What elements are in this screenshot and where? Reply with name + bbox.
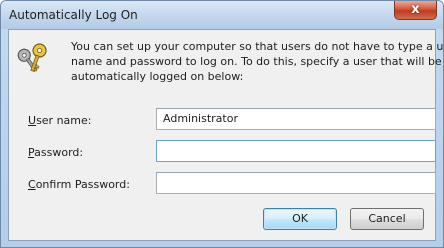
- title-bar[interactable]: Automatically Log On x: [1, 1, 443, 29]
- dialog-body: You can set up your computer so that use…: [8, 29, 444, 241]
- confirm-password-label: Confirm Password:: [28, 178, 130, 191]
- close-icon: x: [411, 2, 420, 17]
- ok-button[interactable]: OK: [263, 208, 337, 230]
- password-label-text: assword:: [34, 146, 84, 159]
- username-label-text: ser name:: [36, 114, 92, 127]
- cancel-button[interactable]: Cancel: [350, 208, 424, 230]
- description-line: name and password to log on. To do this,…: [71, 55, 442, 68]
- password-field[interactable]: [156, 140, 436, 162]
- username-label-accel: U: [28, 114, 37, 127]
- password-label: Password:: [28, 146, 83, 159]
- close-button[interactable]: x: [394, 1, 437, 20]
- confirm-password-field[interactable]: [156, 172, 436, 194]
- window-title: Automatically Log On: [9, 8, 138, 22]
- keys-icon: [17, 43, 47, 72]
- description-line: automatically logged on below:: [71, 70, 244, 83]
- confirm-password-label-text: onfirm Password:: [35, 178, 130, 191]
- username-field[interactable]: Administrator: [156, 108, 436, 130]
- username-label: User name:: [28, 114, 91, 127]
- description-text: You can set up your computer so that use…: [71, 39, 444, 84]
- description-line: You can set up your computer so that use…: [71, 40, 444, 53]
- confirm-password-label-accel: C: [28, 178, 36, 191]
- dialog-window: Automatically Log On x You can set up yo…: [0, 0, 444, 248]
